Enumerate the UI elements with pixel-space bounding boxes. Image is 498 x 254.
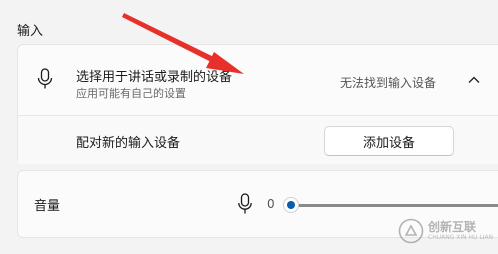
- chevron-up-icon[interactable]: [467, 73, 481, 87]
- watermark: 创新互联 CHUANG XIN HU LIAN: [398, 216, 493, 246]
- watermark-logo-icon: [398, 218, 424, 244]
- watermark-text: 创新互联: [428, 220, 477, 234]
- microphone-icon: [37, 68, 53, 89]
- pair-device-row: 配对新的输入设备 添加设备: [18, 116, 498, 164]
- volume-label: 音量: [34, 199, 61, 214]
- microphone-icon: [238, 193, 252, 214]
- input-device-title: 选择用于讲话或录制的设备: [76, 70, 233, 85]
- watermark-subtext: CHUANG XIN HU LIAN: [428, 234, 494, 241]
- section-title: 输入: [17, 24, 44, 39]
- input-device-subtitle: 应用可能有自己的设置: [76, 87, 186, 100]
- input-device-selector-row[interactable]: 选择用于讲话或录制的设备 应用可能有自己的设置 无法找到输入设备: [18, 45, 498, 115]
- add-device-button[interactable]: 添加设备: [324, 126, 454, 156]
- input-device-status: 无法找到输入设备: [340, 76, 437, 90]
- volume-slider-track[interactable]: [286, 204, 498, 207]
- volume-slider-thumb[interactable]: [283, 197, 299, 213]
- volume-value: 0: [267, 197, 275, 211]
- pair-device-label: 配对新的输入设备: [76, 136, 181, 151]
- input-device-card: 选择用于讲话或录制的设备 应用可能有自己的设置 无法找到输入设备 配对新的输入设…: [17, 44, 498, 164]
